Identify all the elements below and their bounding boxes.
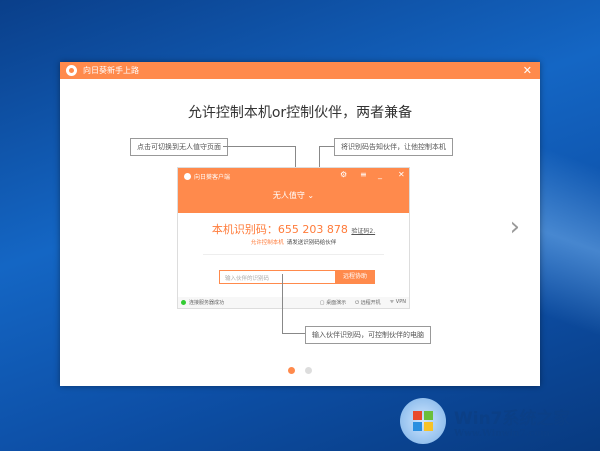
next-arrow-button[interactable]: ›	[510, 212, 520, 242]
dialog-title: 向日葵新手上路	[83, 66, 139, 75]
remote-assist-button[interactable]: 远程协助	[335, 270, 375, 284]
callout-share-code: 将识别码告知伙伴，让他控制本机	[334, 138, 453, 156]
client-preview: 向日葵客户端 ⚙ ≡ _ ✕ 无人值守 ⌄ 本机识别码：655 203 878 …	[177, 167, 410, 309]
page-dot-2[interactable]	[305, 367, 312, 374]
watermark-url: Www.Winwin7.com	[454, 428, 550, 439]
minimize-icon[interactable]: _	[378, 170, 382, 179]
app-close-icon[interactable]: ✕	[398, 170, 405, 179]
desktop-demo-link[interactable]: ▢ 桌面演示	[320, 299, 346, 306]
app-title: 向日葵客户端	[184, 172, 230, 181]
unattended-toggle[interactable]: 无人值守 ⌄	[178, 190, 409, 201]
app-logo-icon	[184, 173, 191, 180]
dialog-titlebar: 向日葵新手上路 ✕	[60, 62, 540, 79]
windows-logo-icon	[400, 398, 446, 444]
hint-text: 请发送识别码给伙伴	[286, 240, 337, 246]
remote-boot-link[interactable]: ⏻ 远程开机	[355, 299, 381, 306]
partner-code-input[interactable]: 输入伙伴的识别码	[219, 270, 336, 284]
watermark-brand: Win7系统之家	[454, 408, 571, 429]
vpn-link[interactable]: ᯤ VPN	[390, 299, 406, 306]
callout-enter-partner: 输入伙伴识别码，可控制伙伴的电脑	[305, 326, 431, 344]
verify-link[interactable]: 验证码2.	[351, 228, 375, 235]
page-title: 允许控制本机or控制伙伴，两者兼备	[187, 105, 413, 121]
page-dot-1[interactable]	[288, 367, 295, 374]
sunlogin-logo-icon	[66, 65, 77, 76]
status-dot-icon	[181, 300, 186, 305]
callout-unattended: 点击可切换到无人值守页面	[130, 138, 228, 156]
device-code: 本机识别码：655 203 878	[211, 223, 348, 236]
connection-status: 连接服务器成功	[189, 300, 225, 306]
menu-icon[interactable]: ≡	[360, 170, 367, 179]
settings-icon[interactable]: ⚙	[340, 170, 347, 179]
watermark: Win7系统之家 Www.Winwin7.com	[400, 398, 571, 444]
guide-dialog: 向日葵新手上路 ✕ 允许控制本机or控制伙伴，两者兼备 点击可切换到无人值守页面…	[60, 62, 540, 386]
close-button[interactable]: ✕	[523, 64, 532, 77]
allow-control-link[interactable]: 允许控制本机	[251, 240, 284, 246]
